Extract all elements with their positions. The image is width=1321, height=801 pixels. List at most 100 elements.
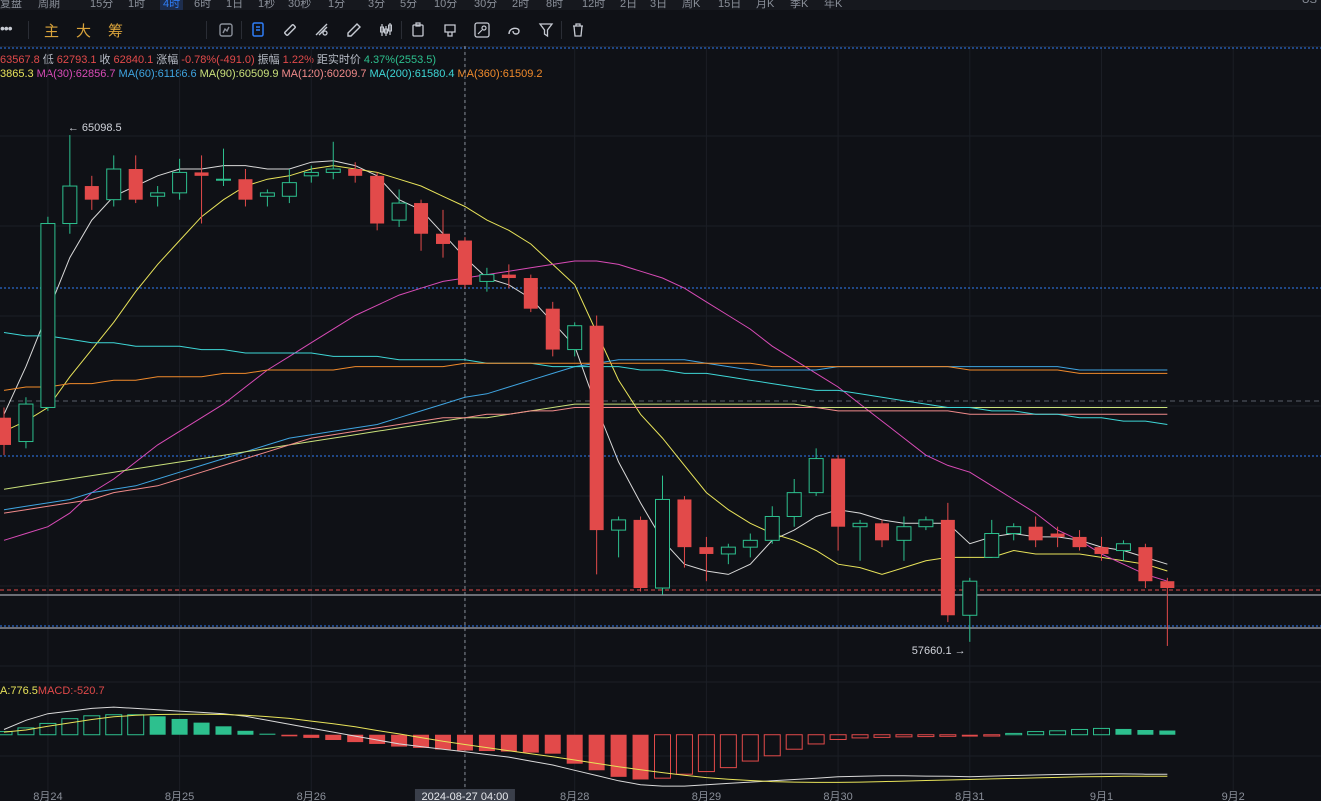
timeframe-tab-7[interactable]: 1秒 xyxy=(258,0,275,10)
candle-body xyxy=(238,179,253,200)
pencil-icon[interactable] xyxy=(344,20,364,40)
x-axis-label: 8月25 xyxy=(165,791,194,801)
timeframe-tab-8[interactable]: 30秒 xyxy=(288,0,311,10)
toolbar-divider xyxy=(401,21,402,39)
x-axis-label: 9月2 xyxy=(1222,791,1245,801)
macd-bar xyxy=(807,734,825,745)
macd-bar xyxy=(193,722,210,735)
share-icon[interactable] xyxy=(440,20,460,40)
candle-body xyxy=(414,203,429,234)
timeframe-tab-13[interactable]: 30分 xyxy=(474,0,497,10)
timeframe-tab-4[interactable]: 4时 xyxy=(160,0,184,10)
toolbar-divider xyxy=(28,21,29,39)
candle-body xyxy=(764,515,780,541)
macd-bar xyxy=(1115,728,1132,735)
timeframe-tab-19[interactable]: 周K xyxy=(682,0,700,10)
candle-body xyxy=(786,492,802,517)
candle-body xyxy=(1115,543,1131,552)
candle-body xyxy=(259,192,275,197)
candle-body xyxy=(852,522,868,528)
macd-bar xyxy=(785,734,803,750)
candle-body xyxy=(808,458,824,494)
candle-body xyxy=(0,417,11,445)
timeframe-tab-2[interactable]: 15分 xyxy=(90,0,113,10)
candle-body xyxy=(84,186,99,200)
macd-bar xyxy=(259,733,276,735)
ellipsis-icon[interactable]: ••• xyxy=(0,20,13,36)
settings-icon[interactable] xyxy=(472,20,492,40)
candlestick-icon[interactable] xyxy=(376,20,396,40)
timeframe-tab-14[interactable]: 2时 xyxy=(512,0,529,10)
macd-bar xyxy=(939,734,957,737)
macd-bar xyxy=(961,734,978,737)
indicator-toggle-2[interactable]: 筹 xyxy=(108,20,123,41)
candle-body xyxy=(1072,536,1087,548)
candle-body xyxy=(281,182,297,197)
timeframe-tab-11[interactable]: 5分 xyxy=(400,0,417,10)
macd-bar xyxy=(719,734,737,769)
indicator-toggle-1[interactable]: 大 xyxy=(76,20,91,41)
timeframe-tab-9[interactable]: 1分 xyxy=(328,0,345,10)
macd-legend: A:776.5MACD:-520.7 xyxy=(0,685,105,697)
candle-body xyxy=(655,498,670,589)
macd-bar xyxy=(215,726,232,735)
macd-bar xyxy=(1137,730,1154,735)
region-label[interactable]: US xyxy=(1302,0,1317,6)
macd-bar xyxy=(895,734,913,738)
x-axis-label: 8月30 xyxy=(823,791,852,801)
candle-body xyxy=(457,240,472,285)
timeframe-tab-1[interactable]: 周期 xyxy=(38,0,60,10)
candle-body xyxy=(1006,526,1022,535)
candle-body xyxy=(18,403,34,443)
candle-body xyxy=(436,233,450,244)
candlestick-chart[interactable]: ← 65098.5 57660.1 → 8月24 8月25 8月26 2024-08-27… xyxy=(0,46,1321,801)
candle-body xyxy=(875,523,889,541)
price-annotation: 57660.1 → xyxy=(912,645,966,657)
timeframe-tab-17[interactable]: 2日 xyxy=(620,0,637,10)
candle-body xyxy=(1138,547,1153,582)
timeframe-tab-12[interactable]: 10分 xyxy=(434,0,457,10)
timeframe-tab-22[interactable]: 季K xyxy=(790,0,808,10)
candle-body xyxy=(611,519,627,531)
ruler-icon[interactable] xyxy=(312,20,332,40)
candle-body xyxy=(523,278,538,309)
indicator-toggle-0[interactable]: 主 xyxy=(44,20,59,41)
toolbar-divider xyxy=(561,21,562,39)
x-axis-label: 8月26 xyxy=(297,791,326,801)
indicator-icon[interactable] xyxy=(216,20,236,40)
candle-body xyxy=(984,533,1000,558)
timeframe-tab-16[interactable]: 12时 xyxy=(582,0,605,10)
candle-body xyxy=(742,539,758,548)
macd-bar xyxy=(237,730,254,735)
candle-body xyxy=(1160,581,1175,589)
candle-body xyxy=(1094,547,1109,554)
candle-body xyxy=(370,175,385,224)
x-axis-label: 8月28 xyxy=(560,791,589,801)
macd-bar xyxy=(851,734,869,739)
candle-body xyxy=(1028,526,1043,541)
timeframe-tab-23[interactable]: 年K xyxy=(824,0,842,10)
timeframe-tab-5[interactable]: 6时 xyxy=(194,0,211,10)
macd-bar xyxy=(632,734,649,780)
macd-bar xyxy=(171,718,188,735)
timeframe-tab-15[interactable]: 8时 xyxy=(546,0,563,10)
candle-body xyxy=(106,168,122,201)
loop-icon[interactable] xyxy=(504,20,524,40)
timeframe-tab-20[interactable]: 15日 xyxy=(718,0,741,10)
timeframe-tab-3[interactable]: 1时 xyxy=(128,0,145,10)
macd-bar xyxy=(544,734,561,754)
timeframe-tab-18[interactable]: 3日 xyxy=(650,0,667,10)
candle-body xyxy=(391,202,407,221)
save-icon[interactable] xyxy=(408,20,428,40)
timeframe-tab-0[interactable]: 复盘 xyxy=(0,0,22,10)
timeframe-tab-10[interactable]: 3分 xyxy=(368,0,385,10)
trash-icon[interactable] xyxy=(568,20,588,40)
timeframe-tab-6[interactable]: 1日 xyxy=(226,0,243,10)
macd-bar xyxy=(303,734,320,738)
compare-icon[interactable] xyxy=(248,20,268,40)
bookmark-icon[interactable] xyxy=(280,20,300,40)
filter-icon[interactable] xyxy=(536,20,556,40)
timeframe-tab-21[interactable]: 月K xyxy=(756,0,774,10)
ma-line-4 xyxy=(3,403,1168,490)
x-axis-label: 8月31 xyxy=(955,791,984,801)
